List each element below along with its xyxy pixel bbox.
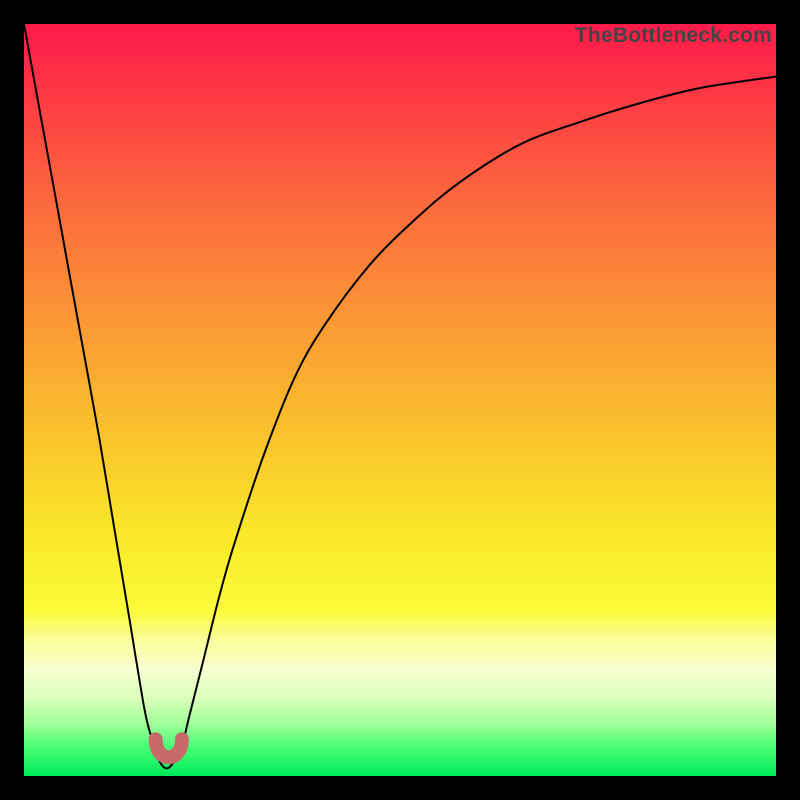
optimum-marker bbox=[156, 739, 182, 757]
curve-path bbox=[24, 24, 776, 769]
plot-area: TheBottleneck.com bbox=[24, 24, 776, 776]
chart-frame: TheBottleneck.com bbox=[0, 0, 800, 800]
bottleneck-curve bbox=[24, 24, 776, 776]
